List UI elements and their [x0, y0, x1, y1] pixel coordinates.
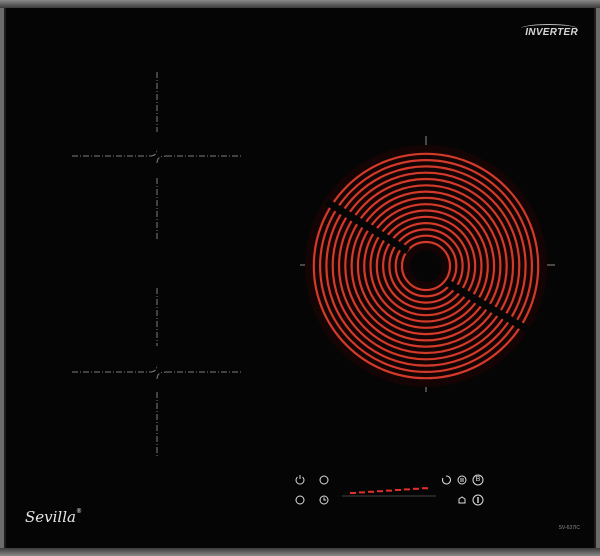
model-number: SV-637IC: [558, 525, 580, 531]
logo-text: Sevilla: [25, 508, 76, 526]
refresh-icon[interactable]: [440, 474, 452, 486]
brand-logo: Sevilla®: [25, 508, 82, 526]
info-icon[interactable]: [472, 494, 484, 506]
radiant-zone[interactable]: [300, 136, 555, 392]
cooking-zones: [72, 72, 555, 497]
home-icon[interactable]: [456, 494, 468, 506]
power-slider[interactable]: [342, 487, 436, 497]
pause-icon[interactable]: [456, 474, 468, 486]
logo-reg: ®: [75, 508, 82, 515]
timer-icon[interactable]: [318, 494, 330, 506]
flex-zone-upper[interactable]: [72, 72, 242, 240]
power-icon[interactable]: [294, 474, 306, 486]
boost-button[interactable]: B: [472, 474, 484, 486]
boost-label: B: [475, 476, 481, 483]
flex-zone-lower[interactable]: [72, 288, 242, 456]
lock-icon[interactable]: [318, 474, 330, 486]
minus-icon[interactable]: [294, 494, 306, 506]
